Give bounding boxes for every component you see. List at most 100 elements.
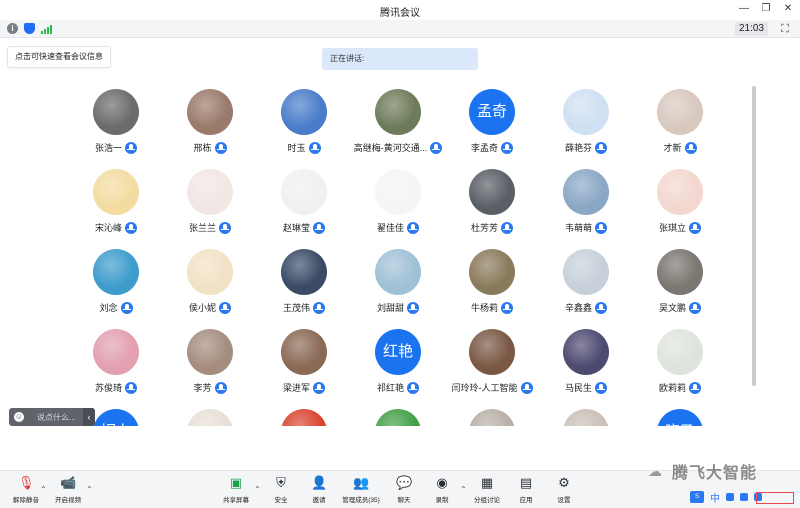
avatar <box>563 249 609 295</box>
video-options-caret[interactable]: ⌃ <box>86 485 93 494</box>
start-video-button[interactable]: 📹 开启视频 <box>44 475 92 507</box>
participant-name: 才新 <box>663 143 682 153</box>
chat-quick-input[interactable]: ☺ 说点什么... ‹ <box>9 408 95 426</box>
restore-icon[interactable]: ❐ <box>760 3 772 15</box>
avatar <box>281 89 327 135</box>
avatar <box>563 409 609 426</box>
participant-name: 梁进军 <box>282 383 310 393</box>
mic-icon <box>595 221 607 234</box>
mic-icon <box>313 221 325 234</box>
fullscreen-icon[interactable]: ⛶ <box>778 22 792 36</box>
avatar <box>563 89 609 135</box>
avatar <box>657 329 703 375</box>
grid-scrollbar[interactable] <box>752 86 756 386</box>
participant-name-row: 张琪立 <box>620 221 740 234</box>
shield-icon[interactable] <box>24 23 35 34</box>
avatar <box>469 169 515 215</box>
avatar <box>375 249 421 295</box>
mic-icon <box>501 141 513 154</box>
chat-collapse-icon[interactable]: ‹ <box>83 408 95 426</box>
avatar <box>281 329 327 375</box>
ime-voice-icon[interactable] <box>740 493 748 501</box>
participant-tile[interactable]: 欧莉莉 <box>620 320 740 400</box>
mic-icon <box>313 301 325 314</box>
participant-name: 侯小妮 <box>188 303 216 313</box>
participant-name: 刘甜甜 <box>376 303 404 313</box>
mic-icon <box>125 381 137 394</box>
participant-name: 薛艳芬 <box>564 143 592 153</box>
settings-button[interactable]: ⚙ 设置 <box>540 475 588 507</box>
participant-name: 张兰兰 <box>188 223 216 233</box>
chat-icon: 💬 <box>396 475 413 490</box>
avatar <box>657 89 703 135</box>
participant-name: 翟佳佳 <box>376 223 404 233</box>
close-icon[interactable]: ✕ <box>782 3 794 15</box>
participant-name-row: 欧莉莉 <box>620 381 740 394</box>
ime-language[interactable]: 中 <box>710 490 720 505</box>
ime-toolbar: S 中 <box>690 488 762 506</box>
avatar <box>469 329 515 375</box>
participant-tile[interactable]: 晓乙 <box>620 400 740 426</box>
participant-name: 牛杨莉 <box>470 303 498 313</box>
record-icon: ◉ <box>436 475 448 490</box>
avatar <box>375 409 421 426</box>
emoji-icon[interactable]: ☺ <box>14 412 24 422</box>
participant-name: 欧莉莉 <box>658 383 686 393</box>
mic-icon: 🎙 <box>18 475 35 490</box>
participant-tile[interactable]: 吴文鹏 <box>620 240 740 320</box>
title-bar: 腾讯会议 — ❐ ✕ <box>0 0 800 20</box>
avatar <box>93 329 139 375</box>
avatar <box>657 169 703 215</box>
mic-icon <box>219 221 231 234</box>
participant-name: 李芳 <box>193 383 212 393</box>
share-screen-button[interactable]: ▣ 共享屏幕 <box>212 475 260 507</box>
avatar <box>375 89 421 135</box>
participant-name: 赵琳莹 <box>282 223 310 233</box>
speaking-indicator: 正在讲话: <box>322 48 478 70</box>
chat-placeholder: 说点什么... <box>37 412 76 422</box>
mic-icon <box>595 141 607 154</box>
participant-name: 辛鑫鑫 <box>564 303 592 313</box>
avatar: 晓乙 <box>657 409 703 426</box>
avatar <box>187 89 233 135</box>
ime-punct-icon[interactable] <box>726 493 734 501</box>
mic-icon <box>689 381 701 394</box>
participant-name: 刘念 <box>99 303 118 313</box>
participant-tile[interactable]: 张琪立 <box>620 160 740 240</box>
participant-name: 张琪立 <box>658 223 686 233</box>
gear-icon: ⚙ <box>558 475 570 490</box>
avatar <box>93 249 139 295</box>
avatar <box>281 409 327 426</box>
minimize-icon[interactable]: — <box>738 3 750 15</box>
participant-name: 祁红艳 <box>376 383 404 393</box>
status-strip: i 21:03 ⛶ <box>0 20 800 38</box>
avatar <box>187 249 233 295</box>
record-button[interactable]: ◉ 录制 <box>418 475 466 507</box>
red-highlight-box <box>756 492 794 504</box>
avatar: 妮力 <box>93 409 139 426</box>
participant-name: 宋沁峰 <box>94 223 122 233</box>
mic-icon <box>120 301 133 314</box>
mic-icon <box>689 301 701 314</box>
avatar <box>93 89 139 135</box>
mic-icon <box>125 221 137 234</box>
mic-icon <box>595 301 607 314</box>
participant-name: 李孟奇 <box>470 143 498 153</box>
invite-button[interactable]: 👤 邀请 <box>295 475 343 507</box>
apps-icon: ▤ <box>519 475 533 490</box>
signal-icon[interactable] <box>41 24 53 34</box>
mic-icon <box>407 301 419 314</box>
ime-logo-icon[interactable]: S <box>690 491 704 503</box>
avatar <box>281 169 327 215</box>
mic-icon <box>595 381 607 394</box>
participant-name: 吴文鹏 <box>658 303 686 313</box>
meeting-info-button[interactable]: 点击可快速查看会议信息 <box>7 46 111 68</box>
participant-tile[interactable]: 才新 <box>620 80 740 160</box>
mic-icon <box>308 141 321 154</box>
participant-name: 王茂伟 <box>282 303 310 313</box>
info-icon[interactable]: i <box>7 23 18 34</box>
breakout-icon: ▦ <box>480 475 494 490</box>
window-controls: — ❐ ✕ <box>738 3 794 15</box>
mic-icon <box>214 141 227 154</box>
manage-members-button[interactable]: 👥 管理成员(35) <box>337 475 385 507</box>
